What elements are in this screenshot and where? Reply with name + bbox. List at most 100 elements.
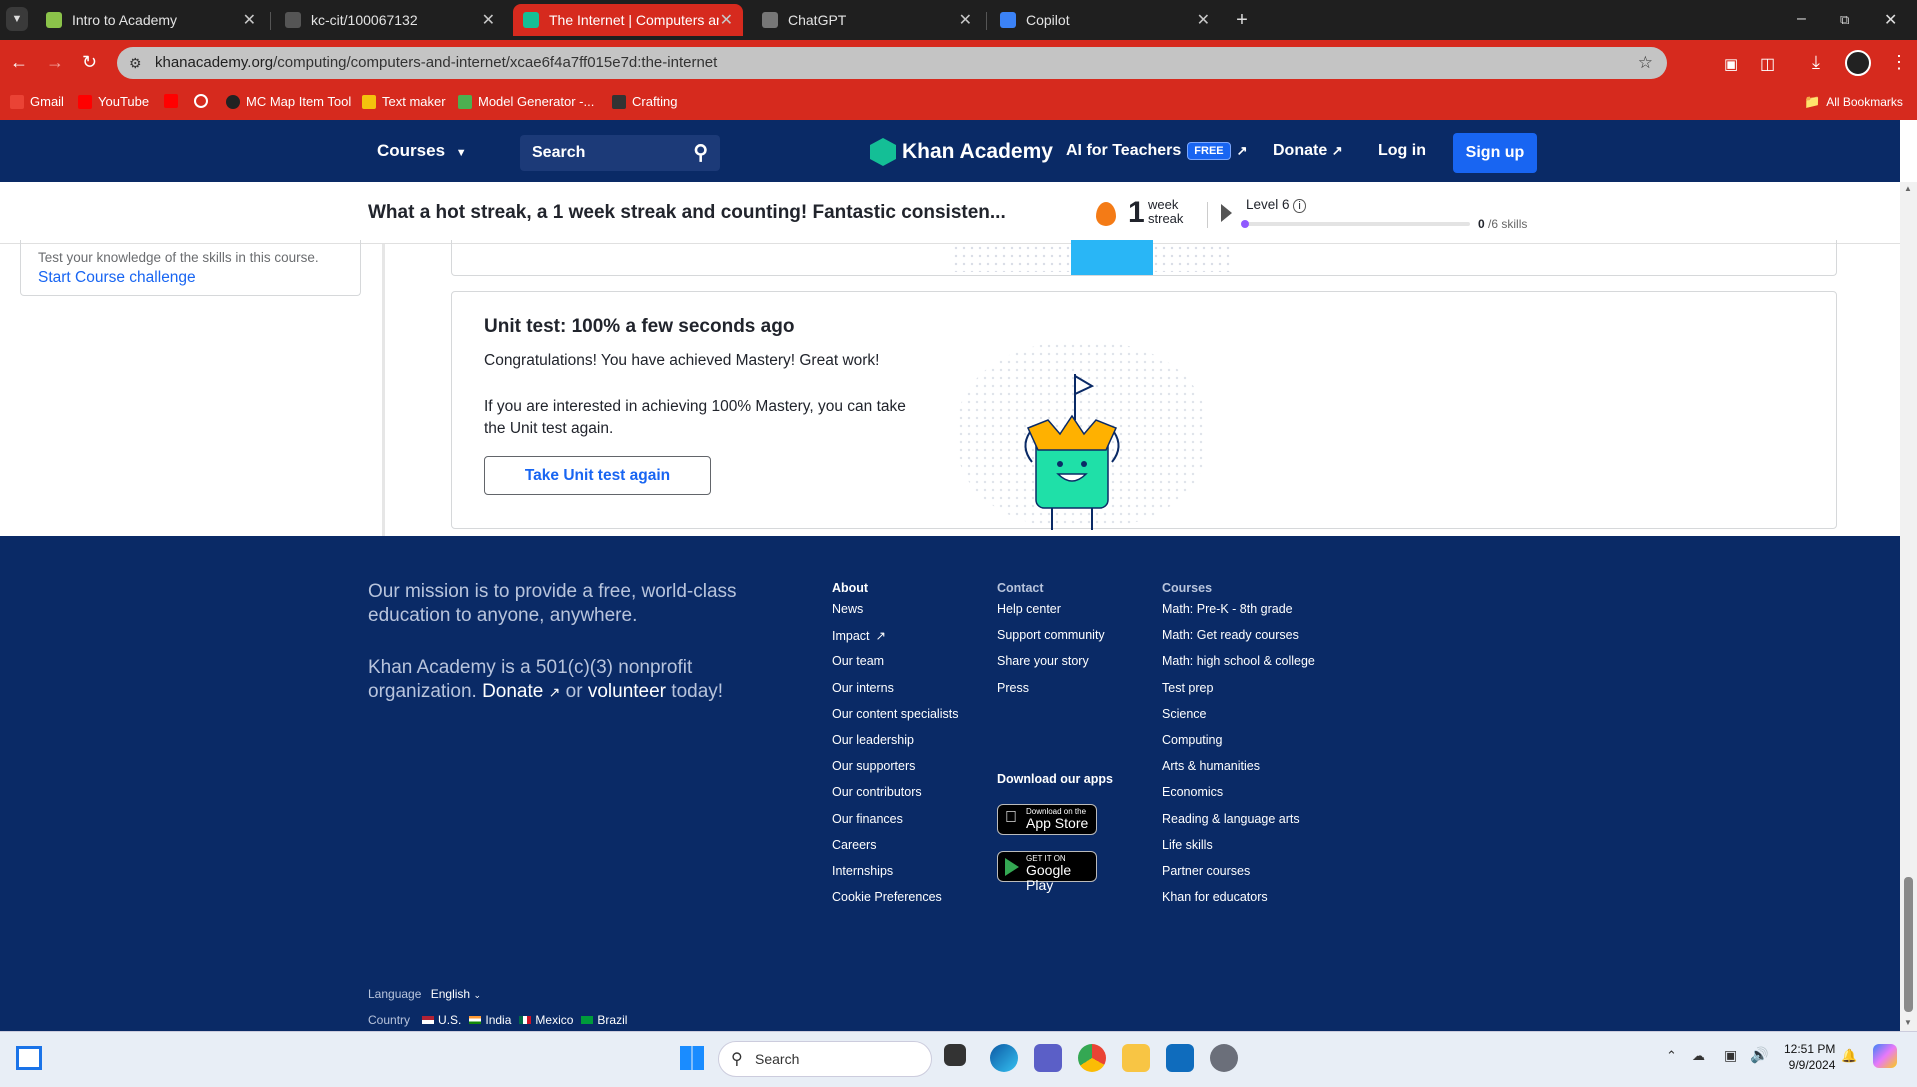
notification-bell-icon[interactable]: 🔔 — [1841, 1048, 1857, 1064]
network-icon[interactable]: ▣ — [1724, 1047, 1737, 1064]
country-brazil[interactable]: Brazil — [581, 1013, 627, 1027]
footer-about-link[interactable]: Cookie Preferences — [832, 890, 942, 904]
footer-about-link[interactable]: Our content specialists — [832, 707, 958, 721]
address-bar[interactable]: ⚙ khanacademy.org/computing/computers-an… — [117, 47, 1667, 79]
expand-triangle-icon[interactable] — [1221, 204, 1232, 222]
level-label[interactable]: Level 6 i — [1246, 197, 1306, 213]
close-tab-icon[interactable]: ✕ — [959, 10, 972, 30]
language-selector[interactable]: Language English ⌄ — [368, 987, 481, 1001]
country-us[interactable]: U.S. — [422, 1013, 461, 1027]
bookmark-gmail[interactable]: Gmail — [10, 94, 64, 109]
footer-course-link[interactable]: Computing — [1162, 733, 1222, 747]
profile-avatar[interactable] — [1845, 50, 1871, 76]
outlook-icon[interactable] — [1166, 1044, 1194, 1072]
bookmark-star-icon[interactable]: ☆ — [1638, 47, 1653, 79]
footer-course-link[interactable]: Math: Pre-K - 8th grade — [1162, 602, 1293, 616]
tab-chatgpt[interactable]: ChatGPT ✕ — [752, 4, 982, 36]
browser-menu-icon[interactable]: ⋮ — [1890, 52, 1908, 73]
ai-for-teachers-link[interactable]: AI for Teachers FREE ↗ — [1066, 142, 1248, 160]
copilot-taskbar-icon[interactable] — [1873, 1044, 1897, 1068]
footer-course-link[interactable]: Math: Get ready courses — [1162, 628, 1299, 642]
bookmark-text-maker[interactable]: Text maker — [362, 94, 446, 109]
minimize-icon[interactable]: – — [1797, 10, 1806, 28]
teams-icon[interactable] — [1034, 1044, 1062, 1072]
taskbar-search[interactable]: ⚲ Search — [718, 1041, 932, 1077]
footer-about-link[interactable]: Our interns — [832, 681, 894, 695]
extensions-puzzle-icon[interactable]: ◫ — [1760, 54, 1775, 74]
google-play-button[interactable]: GET IT ON Google Play — [997, 851, 1097, 892]
take-unit-test-again-button[interactable]: Take Unit test again — [484, 456, 711, 495]
country-india[interactable]: India — [469, 1013, 511, 1027]
footer-course-link[interactable]: Khan for educators — [1162, 890, 1268, 904]
footer-about-link[interactable]: News — [832, 602, 863, 616]
scroll-up-icon[interactable]: ▲ — [1904, 184, 1912, 193]
footer-contact-link[interactable]: Support community — [997, 628, 1105, 642]
task-view-icon[interactable] — [944, 1044, 966, 1066]
login-link[interactable]: Log in — [1378, 142, 1426, 160]
footer-course-link[interactable]: Partner courses — [1162, 864, 1250, 878]
footer-course-link[interactable]: Test prep — [1162, 681, 1213, 695]
footer-contact-link[interactable]: Help center — [997, 602, 1061, 616]
footer-about-link[interactable]: Careers — [832, 838, 876, 852]
back-icon[interactable]: ← — [10, 52, 28, 73]
footer-course-link[interactable]: Life skills — [1162, 838, 1213, 852]
signup-button[interactable]: Sign up — [1453, 133, 1537, 173]
close-tab-icon[interactable]: ✕ — [720, 10, 733, 30]
forward-icon[interactable]: → — [46, 52, 64, 73]
footer-course-link[interactable]: Economics — [1162, 785, 1223, 799]
extension-icon[interactable]: ▣ — [1724, 55, 1738, 73]
footer-course-link[interactable]: Science — [1162, 707, 1206, 721]
widgets-icon[interactable] — [16, 1046, 42, 1070]
app-store-button[interactable]:  Download on the App Store — [997, 804, 1097, 835]
site-info-icon[interactable]: ⚙ — [129, 47, 142, 79]
tab-copilot[interactable]: Copilot ✕ — [990, 4, 1220, 36]
close-tab-icon[interactable]: ✕ — [243, 10, 256, 30]
all-bookmarks[interactable]: 📁 All Bookmarks — [1804, 94, 1903, 110]
courses-menu[interactable]: Courses ▼ — [377, 141, 467, 161]
footer-about-link[interactable]: Internships — [832, 864, 893, 878]
tray-chevron-up-icon[interactable]: ⌃ — [1666, 1048, 1677, 1064]
donate-link[interactable]: Donate ↗ — [1273, 142, 1343, 160]
country-mexico[interactable]: Mexico — [519, 1013, 573, 1027]
page-scrollbar[interactable]: ▲ ▼ — [1900, 182, 1917, 1031]
restore-icon[interactable]: ⧉ — [1840, 12, 1849, 28]
new-tab-button[interactable]: + — [1230, 8, 1254, 32]
footer-about-link[interactable]: Our contributors — [832, 785, 922, 799]
close-tab-icon[interactable]: ✕ — [1197, 10, 1210, 30]
volunteer-link[interactable]: volunteer — [588, 681, 666, 702]
tab-intro-to-academy[interactable]: Intro to Academy ✕ — [36, 4, 266, 36]
bookmark-clock[interactable] — [194, 94, 208, 108]
tab-search-button[interactable]: ▼ — [6, 7, 28, 31]
tab-the-internet[interactable]: The Internet | Computers and t ✕ — [513, 4, 743, 36]
reload-icon[interactable]: ↻ — [82, 52, 97, 73]
download-icon[interactable]: ⤓ — [1812, 52, 1820, 73]
footer-contact-link[interactable]: Share your story — [997, 654, 1089, 668]
footer-course-link[interactable]: Arts & humanities — [1162, 759, 1260, 773]
close-tab-icon[interactable]: ✕ — [482, 10, 495, 30]
footer-contact-link[interactable]: Press — [997, 681, 1029, 695]
footer-donate-link[interactable]: Donate ↗ — [482, 681, 560, 702]
scroll-down-icon[interactable]: ▼ — [1904, 1018, 1912, 1027]
footer-about-link[interactable]: Impact ↗ — [832, 628, 886, 643]
bookmark-model-generator[interactable]: Model Generator -... — [458, 94, 594, 109]
bookmark-mc-map[interactable]: MC Map Item Tool — [226, 94, 351, 109]
khan-logo[interactable]: Khan Academy — [870, 138, 1053, 166]
onedrive-icon[interactable]: ☁ — [1692, 1048, 1705, 1064]
close-window-icon[interactable]: ✕ — [1884, 10, 1897, 30]
bookmark-youtube[interactable]: YouTube — [78, 94, 149, 109]
chrome-icon[interactable] — [1078, 1044, 1106, 1072]
tab-kc-cit[interactable]: kc-cit/100067132 ✕ — [275, 4, 505, 36]
volume-icon[interactable]: 🔊 — [1750, 1046, 1769, 1064]
footer-about-link[interactable]: Our supporters — [832, 759, 915, 773]
footer-about-link[interactable]: Our finances — [832, 812, 903, 826]
scrollbar-thumb[interactable] — [1904, 877, 1913, 1012]
start-course-challenge-link[interactable]: Start Course challenge — [38, 269, 196, 287]
footer-course-link[interactable]: Math: high school & college — [1162, 654, 1315, 668]
search-box[interactable]: Search ⚲ — [520, 135, 720, 171]
footer-course-link[interactable]: Reading & language arts — [1162, 812, 1300, 826]
edge-icon[interactable] — [990, 1044, 1018, 1072]
file-explorer-icon[interactable] — [1122, 1044, 1150, 1072]
clock[interactable]: 12:51 PM 9/9/2024 — [1784, 1041, 1835, 1073]
bookmark-crafting[interactable]: Crafting — [612, 94, 678, 109]
bookmark-red[interactable] — [164, 94, 178, 108]
